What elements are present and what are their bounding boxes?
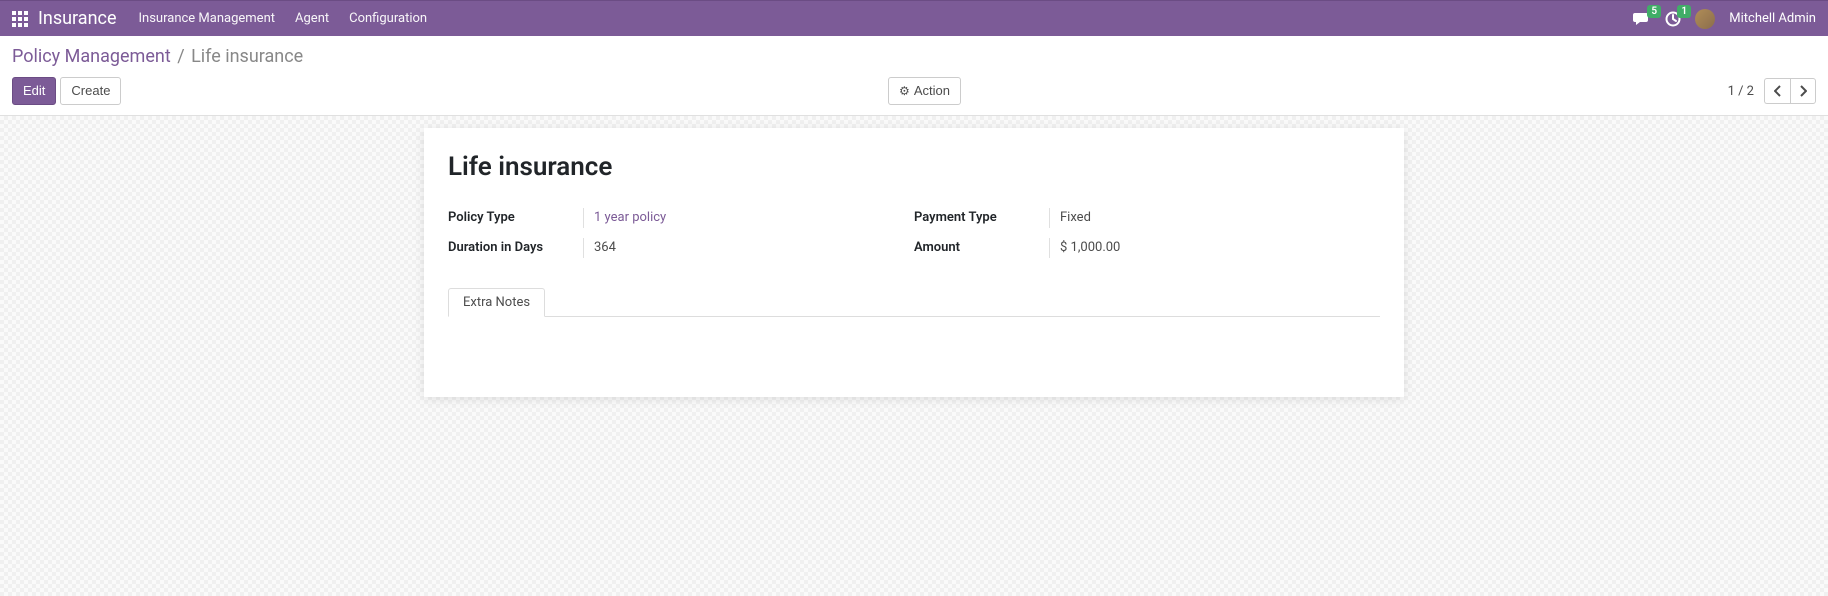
activities-badge: 1 xyxy=(1677,5,1691,18)
controls-center: ⚙ Action xyxy=(121,77,1727,105)
nav-item-insurance-management[interactable]: Insurance Management xyxy=(139,11,276,26)
value-duration: 364 xyxy=(583,238,914,258)
edit-button[interactable]: Edit xyxy=(12,77,56,105)
controls-left: Edit Create xyxy=(12,77,121,105)
form-sheet: Life insurance Policy Type 1 year policy… xyxy=(424,128,1404,397)
navbar-left: Insurance Insurance Management Agent Con… xyxy=(12,8,1633,29)
content-area: Life insurance Policy Type 1 year policy… xyxy=(0,116,1828,596)
create-button[interactable]: Create xyxy=(60,77,121,105)
navbar-right: 5 1 Mitchell Admin xyxy=(1633,9,1816,29)
value-policy-type[interactable]: 1 year policy xyxy=(583,208,914,228)
breadcrumb-parent[interactable]: Policy Management xyxy=(12,46,171,67)
nav-item-agent[interactable]: Agent xyxy=(295,11,329,26)
controls-row: Edit Create ⚙ Action 1 / 2 xyxy=(12,77,1816,105)
breadcrumb: Policy Management / Life insurance xyxy=(12,46,1816,67)
action-label: Action xyxy=(914,82,950,100)
action-button[interactable]: ⚙ Action xyxy=(888,77,961,105)
field-grid: Policy Type 1 year policy Duration in Da… xyxy=(448,208,1380,258)
value-amount: $ 1,000.00 xyxy=(1049,238,1380,258)
tabs: Extra Notes xyxy=(448,288,1380,317)
field-col-left: Policy Type 1 year policy Duration in Da… xyxy=(448,208,914,258)
label-amount: Amount xyxy=(914,238,1049,255)
nav-item-configuration[interactable]: Configuration xyxy=(349,11,427,26)
messages-badge: 5 xyxy=(1647,5,1661,18)
breadcrumb-current: Life insurance xyxy=(191,46,303,67)
gear-icon: ⚙ xyxy=(899,82,910,100)
messages-icon[interactable]: 5 xyxy=(1633,11,1651,27)
activities-icon[interactable]: 1 xyxy=(1665,11,1681,27)
user-name[interactable]: Mitchell Admin xyxy=(1729,11,1816,26)
controls-right: 1 / 2 xyxy=(1728,78,1816,104)
field-col-right: Payment Type Fixed Amount $ 1,000.00 xyxy=(914,208,1380,258)
tab-extra-notes[interactable]: Extra Notes xyxy=(448,288,545,317)
pager-next-button[interactable] xyxy=(1790,78,1816,104)
record-title: Life insurance xyxy=(448,152,1380,182)
pager-text: 1 / 2 xyxy=(1728,84,1754,99)
label-duration: Duration in Days xyxy=(448,238,583,255)
top-navbar: Insurance Insurance Management Agent Con… xyxy=(0,0,1828,36)
breadcrumb-separator: / xyxy=(177,46,189,67)
app-name[interactable]: Insurance xyxy=(38,8,117,29)
chevron-right-icon xyxy=(1799,85,1807,97)
chevron-left-icon xyxy=(1774,85,1782,97)
label-policy-type: Policy Type xyxy=(448,208,583,225)
value-payment-type: Fixed xyxy=(1049,208,1380,228)
apps-icon[interactable] xyxy=(12,11,28,27)
label-payment-type: Payment Type xyxy=(914,208,1049,225)
avatar[interactable] xyxy=(1695,9,1715,29)
pager-prev-button[interactable] xyxy=(1764,78,1790,104)
control-panel: Policy Management / Life insurance Edit … xyxy=(0,36,1828,116)
pager-group xyxy=(1764,78,1816,104)
